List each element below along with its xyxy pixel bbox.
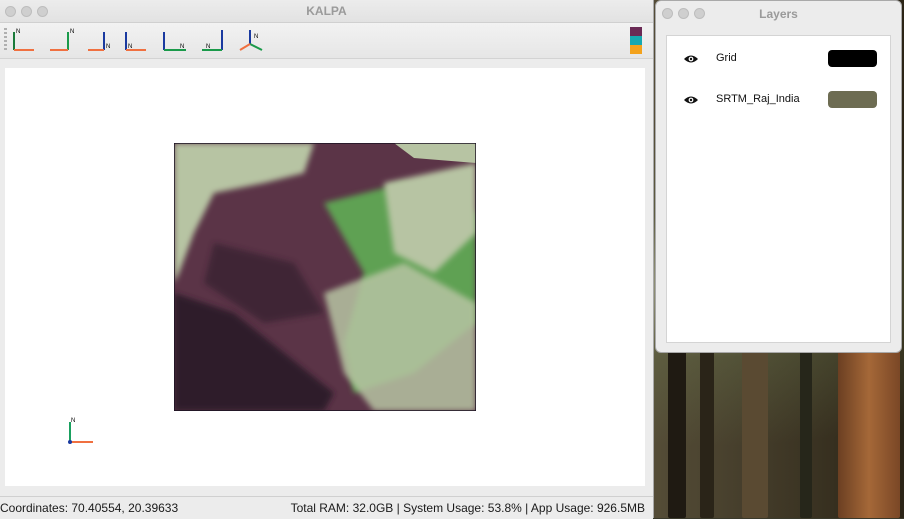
layer-name: SRTM_Raj_India [716,93,800,105]
layers-window-title: Layers [759,7,798,21]
layer-color-swatch[interactable] [828,50,877,67]
view-west-icon: N [125,32,146,51]
main-window: KALPA N N N N N N N N Coordinates: 70.40… [0,0,654,519]
layers-window: Layers Grid SRTM_Raj_India [655,0,902,353]
eye-icon[interactable] [683,93,699,107]
svg-text:N: N [180,44,184,50]
map-canvas[interactable]: N [5,68,645,486]
view-east-button[interactable]: N [46,26,78,54]
tree-trunk [800,350,812,518]
view-3d-button[interactable]: N [236,26,268,54]
view-west-button[interactable]: N [120,26,152,54]
view-north-button[interactable]: N [8,26,40,54]
view-north-icon: N [13,29,34,51]
view-south-button[interactable]: N [84,26,116,54]
color-legend-swatch [630,45,642,54]
svg-text:N: N [128,44,132,50]
view-east-icon: N [50,29,74,51]
view-south-icon: N [88,32,110,51]
view-top-icon: N [163,32,186,51]
dem-raster-image [174,143,476,411]
view-bottom-button[interactable]: N [198,26,230,54]
svg-text:N: N [16,29,20,35]
color-legend-swatch [630,36,642,45]
svg-text:N: N [254,34,258,40]
tree-trunk [838,350,900,518]
coordinates-readout: Coordinates: 70.40554, 20.39633 [0,501,179,515]
title-bar[interactable]: KALPA [0,0,653,23]
eye-icon[interactable] [683,52,699,66]
toolbar-grip[interactable] [4,28,7,52]
layer-color-swatch[interactable] [828,91,877,108]
view-top-button[interactable]: N [158,26,190,54]
tree-trunk [742,350,768,518]
color-legend [630,27,642,54]
layer-row-grid[interactable]: Grid [667,47,892,71]
axis-indicator-icon: N [68,418,93,444]
layer-row-srtm[interactable]: SRTM_Raj_India [667,88,892,112]
axis-north-label: N [71,418,75,424]
svg-text:N: N [106,44,110,50]
color-legend-swatch [630,27,642,36]
resource-usage-readout: Total RAM: 32.0GB | System Usage: 53.8% … [290,501,645,515]
svg-text:N: N [206,44,210,50]
status-bar: Coordinates: 70.40554, 20.39633 Total RA… [0,496,653,519]
tree-trunk [700,350,714,518]
window-title: KALPA [306,4,347,18]
view-3d-icon: N [239,30,263,51]
layers-list: Grid SRTM_Raj_India [666,35,891,343]
layer-name: Grid [716,52,737,64]
svg-text:N: N [70,29,74,35]
axis-indicator: N [65,416,101,448]
tree-trunk [668,350,686,518]
view-bottom-icon: N [202,30,223,51]
toolbar: N N N N N N N [0,23,653,59]
